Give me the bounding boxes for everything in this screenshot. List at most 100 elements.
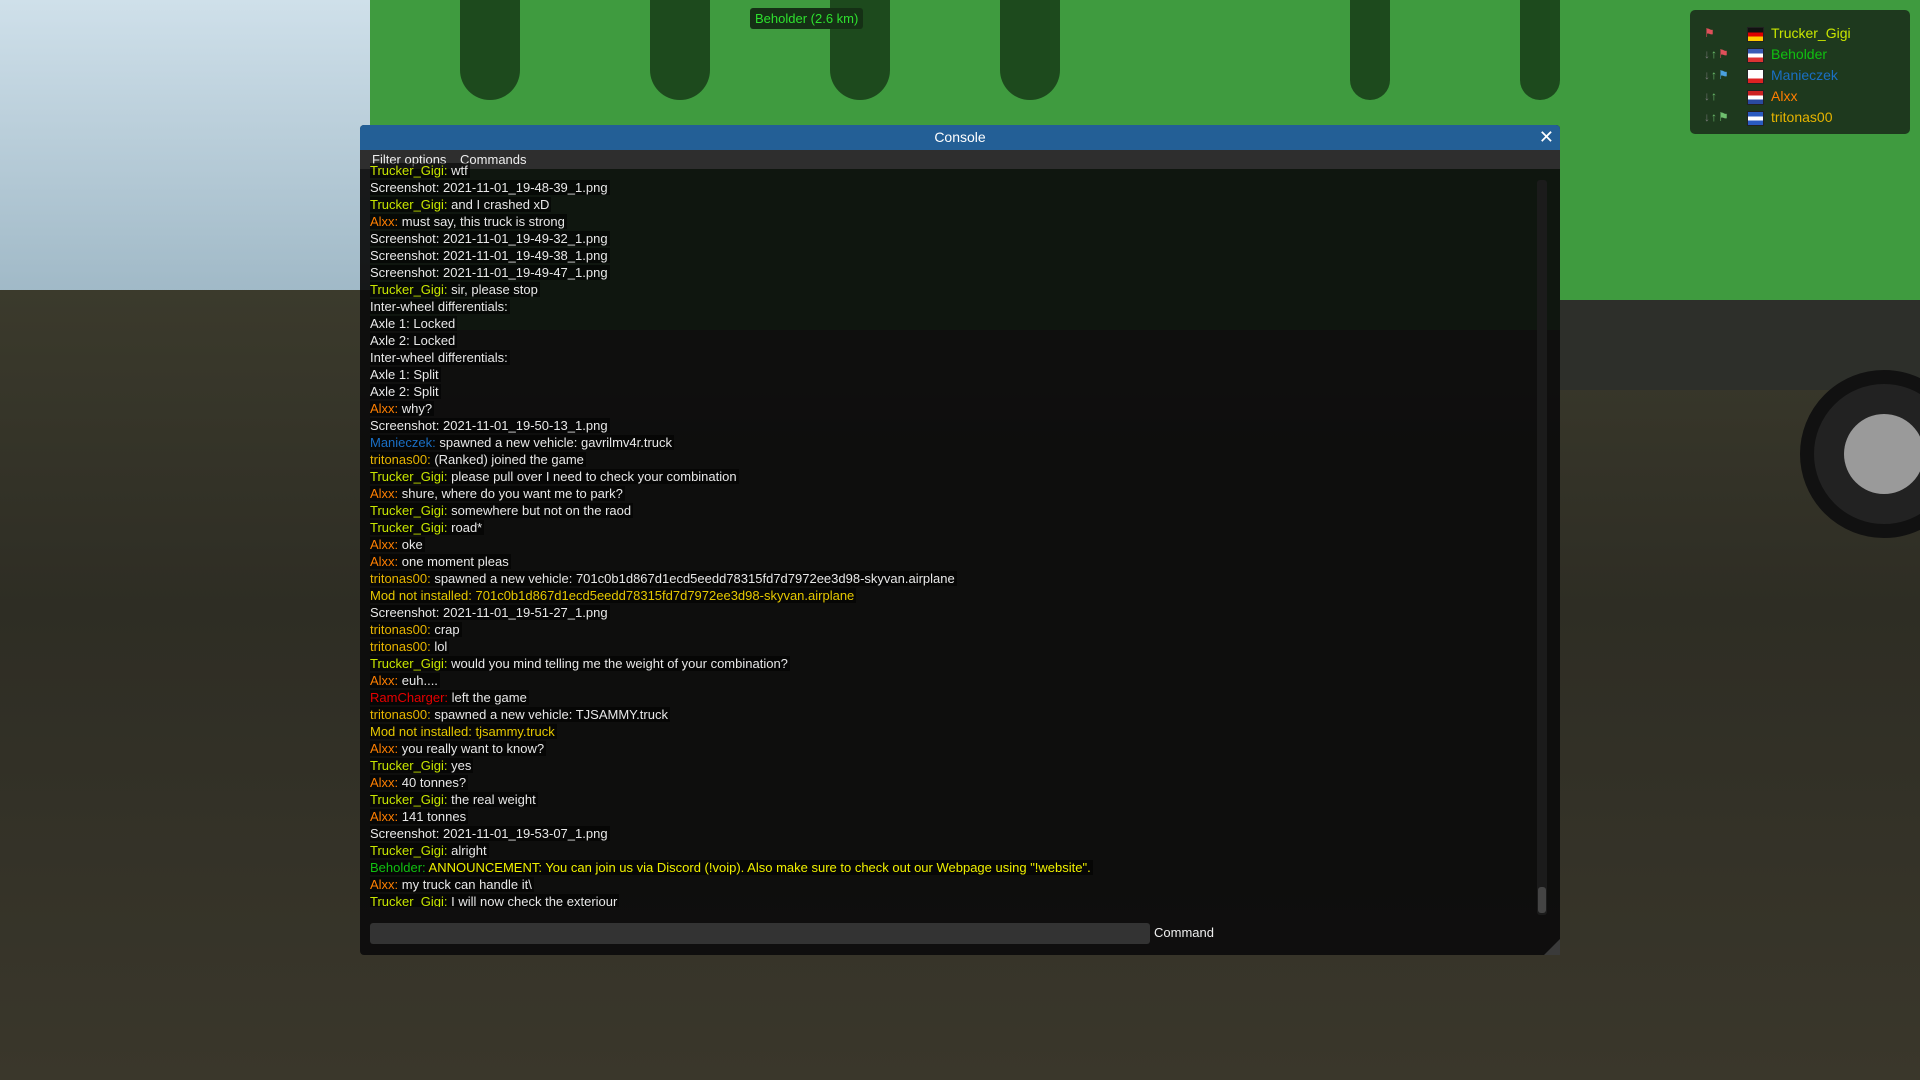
chat-author[interactable]: Alxx: bbox=[370, 401, 398, 416]
chat-author[interactable]: Trucker_Gigi: bbox=[370, 520, 448, 535]
chat-line: Axle 2: Locked bbox=[370, 332, 1530, 349]
chat-line: Trucker_Gigi: please pull over I need to… bbox=[370, 468, 1530, 485]
chat-message: left the game bbox=[448, 690, 527, 705]
player-row: ↓↑ Alxx bbox=[1690, 87, 1910, 107]
chat-message: Inter-wheel differentials: bbox=[370, 299, 508, 314]
chat-author[interactable]: tritonas00: bbox=[370, 452, 431, 467]
chat-message: road* bbox=[447, 520, 483, 535]
net-status-icon: ↓↑⚑ bbox=[1704, 110, 1730, 124]
chat-author[interactable]: Trucker_Gigi: bbox=[370, 503, 448, 518]
chat-author[interactable]: Alxx: bbox=[370, 554, 398, 569]
player-name: Alxx bbox=[1771, 88, 1798, 104]
close-icon[interactable]: ✕ bbox=[1539, 125, 1554, 150]
chat-line: Screenshot: 2021-11-01_19-49-47_1.png bbox=[370, 264, 1530, 281]
chat-message: Inter-wheel differentials: bbox=[370, 350, 508, 365]
net-status-icon: ↓↑⚑ bbox=[1704, 68, 1730, 82]
chat-line: Axle 1: Split bbox=[370, 366, 1530, 383]
chat-message: Mod not installed: tjsammy.truck bbox=[370, 724, 555, 739]
chat-author[interactable]: Alxx: bbox=[370, 537, 398, 552]
player-name: Trucker_Gigi bbox=[1771, 25, 1851, 41]
chat-line: Alxx: why? bbox=[370, 400, 1530, 417]
chat-author[interactable]: Alxx: bbox=[370, 775, 398, 790]
chat-message: Screenshot: 2021-11-01_19-51-27_1.png bbox=[370, 605, 608, 620]
chat-line: Trucker_Gigi: road* bbox=[370, 519, 1530, 536]
net-status-icon: ⚑ bbox=[1704, 26, 1716, 40]
chat-author[interactable]: Alxx: bbox=[370, 486, 398, 501]
chat-author[interactable]: Trucker_Gigi: bbox=[370, 282, 448, 297]
chat-scrollbar[interactable] bbox=[1537, 180, 1547, 915]
chat-author[interactable]: tritonas00: bbox=[370, 571, 431, 586]
chat-message: 40 tonnes? bbox=[398, 775, 467, 790]
console-title: Console bbox=[934, 129, 986, 145]
country-flag-icon bbox=[1747, 48, 1764, 63]
resize-grip[interactable] bbox=[1544, 939, 1560, 955]
chat-line: Beholder: ANNOUNCEMENT: You can join us … bbox=[370, 859, 1530, 876]
chat-message: Axle 2: Split bbox=[370, 384, 439, 399]
chat-message: spawned a new vehicle: 701c0b1d867d1ecd5… bbox=[430, 571, 955, 586]
chat-line: Screenshot: 2021-11-01_19-48-39_1.png bbox=[370, 179, 1530, 196]
chat-author[interactable]: Trucker_Gigi: bbox=[370, 758, 448, 773]
chat-line: Trucker_Gigi: wtf bbox=[370, 162, 1530, 179]
console-window: Console ✕ Filter options Commands Trucke… bbox=[360, 125, 1560, 955]
chat-message: I will now check the exteriour bbox=[447, 894, 618, 907]
player-row: ↓↑⚑ Manieczek bbox=[1690, 66, 1910, 86]
chat-line: tritonas00: crap bbox=[370, 621, 1530, 638]
chat-author[interactable]: Alxx: bbox=[370, 214, 398, 229]
chat-line: Trucker_Gigi: and I crashed xD bbox=[370, 196, 1530, 213]
chat-author[interactable]: Manieczek: bbox=[370, 435, 436, 450]
chat-line: Screenshot: 2021-11-01_19-51-27_1.png bbox=[370, 604, 1530, 621]
chat-author[interactable]: Trucker_Gigi: bbox=[370, 843, 448, 858]
chat-message: lol bbox=[430, 639, 448, 654]
chat-line: Inter-wheel differentials: bbox=[370, 349, 1530, 366]
country-flag-icon bbox=[1747, 90, 1764, 105]
chat-line: RamCharger: left the game bbox=[370, 689, 1530, 706]
chat-line: Mod not installed: 701c0b1d867d1ecd5eedd… bbox=[370, 587, 1530, 604]
chat-author[interactable]: Trucker_Gigi: bbox=[370, 656, 448, 671]
chat-author[interactable]: Beholder: bbox=[370, 860, 426, 875]
command-input[interactable] bbox=[370, 923, 1150, 944]
player-row: ↓↑⚑ Beholder bbox=[1690, 45, 1910, 65]
chat-message: Screenshot: 2021-11-01_19-48-39_1.png bbox=[370, 180, 608, 195]
chat-line: Trucker_Gigi: yes bbox=[370, 757, 1530, 774]
player-distance-label: Beholder (2.6 km) bbox=[750, 8, 864, 29]
chat-line: Alxx: you really want to know? bbox=[370, 740, 1530, 757]
chat-message: Axle 1: Split bbox=[370, 367, 439, 382]
chat-line: Trucker_Gigi: the real weight bbox=[370, 791, 1530, 808]
chat-line: tritonas00: spawned a new vehicle: 701c0… bbox=[370, 570, 1530, 587]
chat-line: Alxx: my truck can handle it\ bbox=[370, 876, 1530, 893]
chat-message: please pull over I need to check your co… bbox=[447, 469, 737, 484]
chat-author[interactable]: tritonas00: bbox=[370, 707, 431, 722]
chat-author[interactable]: Trucker_Gigi: bbox=[370, 469, 448, 484]
net-status-icon: ↓↑⚑ bbox=[1704, 47, 1730, 61]
chat-message: euh.... bbox=[398, 673, 438, 688]
chat-message: why? bbox=[398, 401, 433, 416]
chat-author[interactable]: tritonas00: bbox=[370, 622, 431, 637]
player-name: tritonas00 bbox=[1771, 109, 1833, 125]
chat-message: ANNOUNCEMENT: You can join us via Discor… bbox=[425, 860, 1091, 875]
console-titlebar[interactable]: Console ✕ bbox=[360, 125, 1560, 150]
chat-author[interactable]: Trucker_Gigi: bbox=[370, 197, 448, 212]
scrollbar-thumb[interactable] bbox=[1538, 887, 1546, 913]
chat-author[interactable]: Alxx: bbox=[370, 673, 398, 688]
chat-author[interactable]: Alxx: bbox=[370, 877, 398, 892]
chat-line: Screenshot: 2021-11-01_19-50-13_1.png bbox=[370, 417, 1530, 434]
chat-author[interactable]: Trucker_Gigi: bbox=[370, 792, 448, 807]
country-flag-icon bbox=[1747, 69, 1764, 84]
chat-author[interactable]: Alxx: bbox=[370, 741, 398, 756]
chat-log: Trucker_Gigi: wtf Screenshot: 2021-11-01_… bbox=[370, 162, 1530, 907]
chat-author[interactable]: Trucker_Gigi: bbox=[370, 163, 448, 178]
chat-line: Screenshot: 2021-11-01_19-49-38_1.png bbox=[370, 247, 1530, 264]
chat-line: tritonas00: (Ranked) joined the game bbox=[370, 451, 1530, 468]
player-row: ↓↑⚑ tritonas00 bbox=[1690, 108, 1910, 128]
chat-line: Trucker_Gigi: alright bbox=[370, 842, 1530, 859]
chat-author[interactable]: Alxx: bbox=[370, 809, 398, 824]
chat-author[interactable]: tritonas00: bbox=[370, 639, 431, 654]
chat-line: Alxx: must say, this truck is strong bbox=[370, 213, 1530, 230]
chat-message: alright bbox=[447, 843, 487, 858]
chat-author[interactable]: Trucker_Gigi: bbox=[370, 894, 448, 907]
chat-line: Manieczek: spawned a new vehicle: gavril… bbox=[370, 434, 1530, 451]
chat-author[interactable]: RamCharger: bbox=[370, 690, 448, 705]
chat-message: Mod not installed: 701c0b1d867d1ecd5eedd… bbox=[370, 588, 855, 603]
chat-line: Trucker_Gigi: somewhere but not on the r… bbox=[370, 502, 1530, 519]
chat-line: Trucker_Gigi: I will now check the exter… bbox=[370, 893, 1530, 907]
